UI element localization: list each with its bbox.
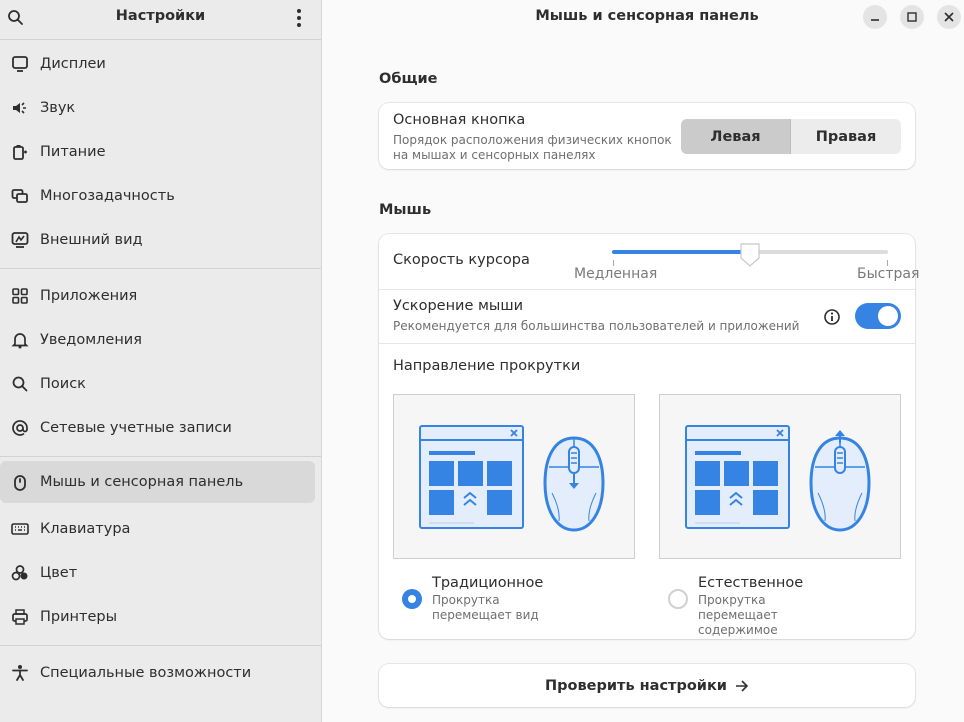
traditional-desc: Прокрутка перемещает вид	[432, 593, 539, 622]
sidebar-item-label: Мышь и сенсорная панель	[40, 474, 244, 490]
cursor-speed-title: Скорость курсора	[393, 252, 530, 268]
primary-button-subtitle: Порядок расположения физических кнопок н…	[393, 133, 672, 162]
sidebar-header: Настройки	[0, 0, 321, 40]
sidebar: Настройки Дисплеи Звук Питание Многозада…	[0, 0, 322, 722]
menu-icon[interactable]	[289, 8, 309, 28]
natural-label: Естественное	[698, 575, 804, 591]
natural-scroll-illustration[interactable]	[659, 394, 901, 559]
main-header: Мышь и сенсорная панель	[323, 0, 964, 40]
minimize-button[interactable]	[863, 5, 887, 29]
natural-radio[interactable]	[668, 589, 688, 609]
maximize-button[interactable]	[900, 5, 924, 29]
slider-min-label: Медленная	[574, 266, 658, 282]
close-button[interactable]	[937, 5, 961, 29]
cursor-speed-fill	[612, 250, 750, 254]
sidebar-item-label: Сетевые учетные записи	[40, 420, 232, 436]
mouse-icon	[14, 475, 26, 491]
sidebar-item-label: Клавиатура	[40, 521, 131, 537]
sidebar-item-label: Цвет	[40, 565, 78, 581]
printer-icon	[12, 609, 28, 625]
traditional-scroll-illustration[interactable]	[393, 394, 635, 559]
sidebar-item-color[interactable]: Цвет	[0, 551, 315, 595]
sidebar-item-label: Питание	[40, 144, 106, 160]
search-icon	[12, 376, 28, 392]
minimize-icon	[871, 19, 879, 21]
display-icon	[12, 56, 28, 72]
apps-icon	[12, 288, 28, 304]
sidebar-group: Мышь и сенсорная панель Клавиатура Цвет …	[0, 461, 321, 646]
at-icon	[12, 420, 28, 436]
sidebar-item-apps[interactable]: Приложения	[0, 274, 315, 318]
general-card: Основная кнопка Порядок расположения физ…	[379, 103, 915, 169]
sidebar-item-label: Многозадачность	[40, 188, 175, 204]
info-icon[interactable]	[823, 308, 841, 326]
sidebar-title: Настройки	[115, 8, 206, 24]
natural-scroll-image	[685, 425, 871, 532]
speaker-icon	[13, 102, 26, 114]
acceleration-toggle[interactable]	[855, 303, 901, 329]
close-icon	[944, 12, 954, 22]
sidebar-item-mouse[interactable]: Мышь и сенсорная панель	[0, 461, 315, 503]
sidebar-item-notifications[interactable]: Уведомления	[0, 318, 315, 362]
sidebar-item-printers[interactable]: Принтеры	[0, 595, 315, 639]
sidebar-item-online-accounts[interactable]: Сетевые учетные записи	[0, 406, 315, 450]
sidebar-item-label: Уведомления	[40, 332, 142, 348]
sidebar-item-label: Поиск	[40, 376, 86, 392]
acceleration-title: Ускорение мыши	[393, 298, 524, 314]
main-panel: Мышь и сенсорная панель Общие Основная к…	[323, 0, 964, 722]
sidebar-item-label: Приложения	[40, 288, 138, 304]
primary-button-title: Основная кнопка	[393, 112, 526, 128]
test-settings-button[interactable]: Проверить настройки	[379, 664, 915, 707]
multitasking-icon	[11, 189, 28, 203]
traditional-scroll-image	[419, 425, 605, 532]
test-settings-label: Проверить настройки	[545, 677, 727, 694]
acceleration-subtitle: Рекомендуется для большинства пользовате…	[393, 319, 800, 333]
sidebar-item-label: Специальные возможности	[40, 665, 252, 681]
sidebar-item-keyboard[interactable]: Клавиатура	[0, 507, 315, 551]
scroll-direction-title: Направление прокрутки	[393, 358, 581, 374]
primary-button-selector: Левая Правая	[681, 119, 901, 154]
sidebar-item-label: Дисплеи	[40, 56, 106, 72]
sidebar-item-displays[interactable]: Дисплеи	[0, 42, 315, 86]
sidebar-item-sound[interactable]: Звук	[0, 86, 315, 130]
sidebar-item-appearance[interactable]: Внешний вид	[0, 218, 315, 262]
bell-icon	[11, 333, 29, 349]
sidebar-item-search[interactable]: Поиск	[0, 362, 315, 406]
maximize-icon	[907, 12, 917, 22]
sidebar-group: Специальные возможности	[0, 646, 321, 695]
traditional-radio[interactable]	[402, 589, 422, 609]
sidebar-item-label: Внешний вид	[40, 232, 143, 248]
sidebar-item-label: Звук	[40, 100, 76, 116]
color-icon	[11, 565, 28, 581]
arrow-right-icon	[735, 679, 749, 692]
keyboard-icon	[11, 523, 29, 535]
slider-max-label: Быстрая	[857, 266, 920, 282]
natural-desc: Прокрутка перемещает содержимое	[698, 593, 778, 637]
accessibility-icon	[12, 665, 28, 681]
section-general-title: Общие	[379, 71, 438, 87]
sidebar-item-accessibility[interactable]: Специальные возможности	[0, 651, 315, 695]
battery-icon	[13, 145, 27, 160]
sidebar-item-multitasking[interactable]: Многозадачность	[0, 174, 315, 218]
sidebar-item-power[interactable]: Питание	[0, 130, 315, 174]
divider	[379, 289, 915, 290]
mouse-card: Скорость курсора Медленная Быстрая Ускор…	[379, 234, 919, 639]
right-button-option[interactable]: Правая	[791, 119, 901, 154]
section-mouse-title: Мышь	[379, 202, 432, 218]
traditional-label: Традиционное	[432, 575, 544, 591]
cursor-speed-handle[interactable]	[739, 242, 761, 268]
sidebar-group: Приложения Уведомления Поиск Сетевые уче…	[0, 269, 321, 457]
divider	[379, 343, 915, 344]
left-button-option[interactable]: Левая	[681, 119, 791, 154]
appearance-icon	[11, 232, 29, 248]
sidebar-item-label: Принтеры	[40, 609, 118, 625]
sidebar-group: Дисплеи Звук Питание Многозадачность Вне…	[0, 40, 321, 269]
